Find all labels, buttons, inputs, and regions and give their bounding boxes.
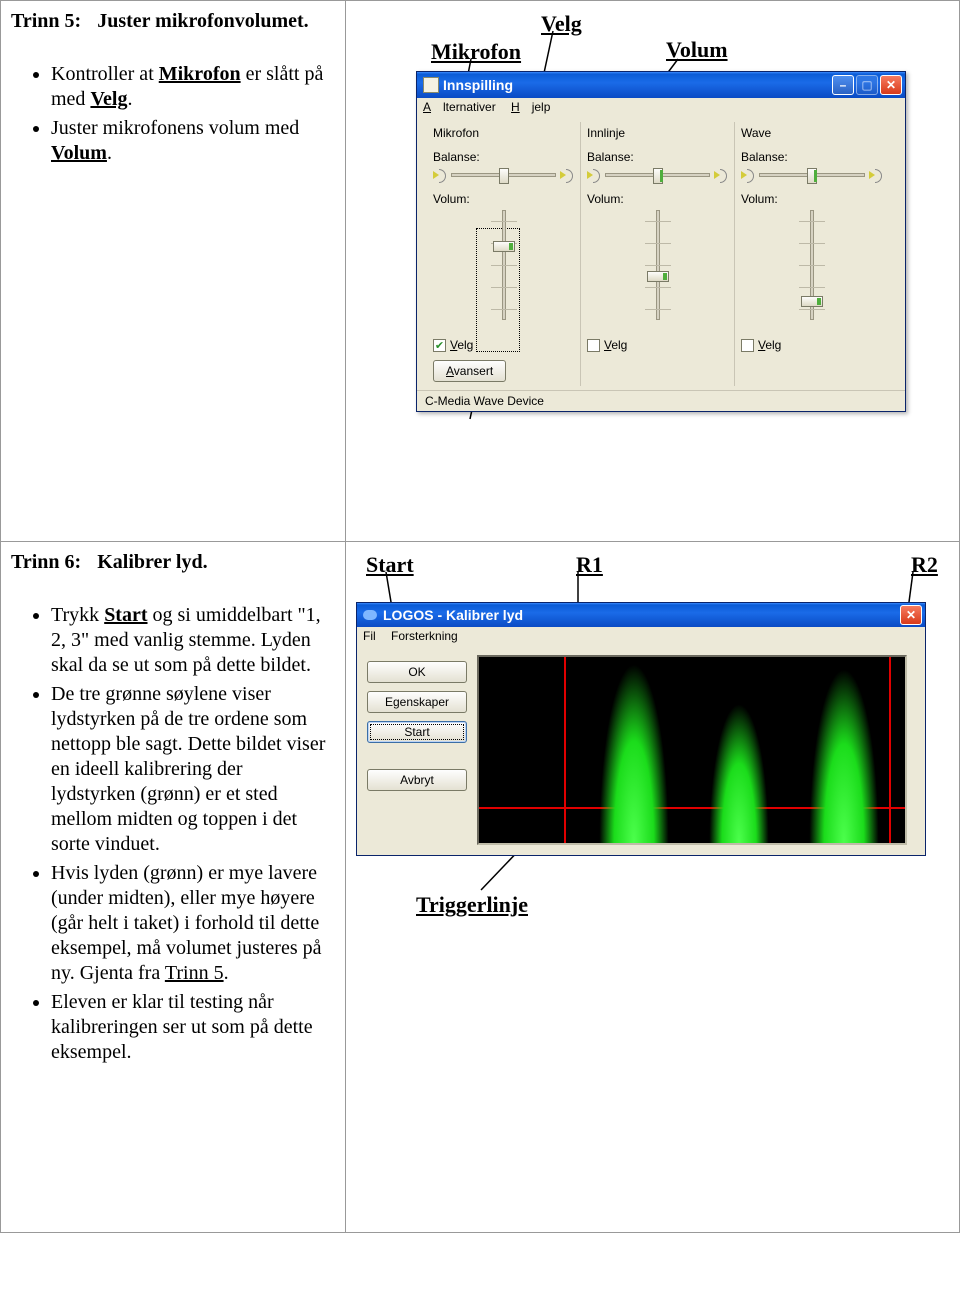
callout-volum: Volum bbox=[666, 37, 728, 63]
logos-titlebar[interactable]: LOGOS - Kalibrer lyd ✕ bbox=[357, 603, 925, 627]
speaker-left-icon bbox=[587, 168, 601, 182]
menu-bar: Alternativer Hjelp bbox=[417, 98, 905, 116]
speaker-left-icon bbox=[433, 168, 447, 182]
callout-r1: R1 bbox=[576, 552, 603, 578]
callout-velg: Velg bbox=[541, 11, 582, 37]
step5-text: Trinn 5: Juster mikrofonvolumet. Kontrol… bbox=[1, 1, 346, 541]
advanced-button[interactable]: Avansert bbox=[433, 360, 506, 382]
start-button[interactable]: Start bbox=[367, 721, 467, 743]
logos-title: LOGOS - Kalibrer lyd bbox=[383, 607, 900, 623]
maximize-button: ▢ bbox=[856, 75, 878, 95]
velg-label: Velg bbox=[604, 338, 627, 352]
channel-mikrofon: Mikrofon Balanse: Volum: bbox=[427, 122, 581, 386]
volume-slider-innlinje[interactable] bbox=[645, 210, 671, 320]
step5-callouts: Mikrofon Velg Volum bbox=[356, 7, 949, 67]
step6-bullet-1: Trykk Start og si umiddelbart "1, 2, 3" … bbox=[51, 603, 331, 678]
balance-slider[interactable] bbox=[759, 173, 865, 177]
minimize-button[interactable]: – bbox=[832, 75, 854, 95]
mixer-panel: Mikrofon Balanse: Volum: bbox=[417, 116, 905, 390]
step6-title: Kalibrer lyd. bbox=[97, 550, 207, 575]
menu-alternativer[interactable]: Alternativer bbox=[423, 100, 496, 114]
r1-line bbox=[564, 657, 566, 843]
velg-checkbox-innlinje[interactable] bbox=[587, 339, 600, 352]
ok-button[interactable]: OK bbox=[367, 661, 467, 683]
close-button[interactable]: ✕ bbox=[900, 605, 922, 625]
step6-figure: Start R1 R2 Triggerlinje LOGOS - Kalibre… bbox=[346, 542, 959, 1232]
status-bar: C-Media Wave Device bbox=[417, 390, 905, 411]
channel-innlinje: Innlinje Balanse: Volum: bbox=[581, 122, 735, 386]
velg-label: Velg bbox=[450, 338, 473, 352]
recording-window: Innspilling – ▢ ✕ Alternativer Hjelp Mik… bbox=[416, 71, 906, 412]
speaker-left-icon bbox=[741, 168, 755, 182]
step6-text: Trinn 6: Kalibrer lyd. Trykk Start og si… bbox=[1, 542, 346, 1232]
velg-checkbox-wave[interactable] bbox=[741, 339, 754, 352]
step6-label: Trinn 6: bbox=[11, 550, 81, 575]
sound-peak-2 bbox=[709, 703, 769, 843]
titlebar[interactable]: Innspilling – ▢ ✕ bbox=[417, 72, 905, 98]
speaker-right-icon bbox=[714, 168, 728, 182]
sound-peak-1 bbox=[599, 663, 669, 843]
logos-icon bbox=[363, 610, 377, 620]
balance-slider[interactable] bbox=[451, 173, 556, 177]
balance-slider[interactable] bbox=[605, 173, 710, 177]
channel-title: Wave bbox=[741, 126, 883, 140]
step6-bullet-3: Hvis lyden (grønn) er mye lavere (under … bbox=[51, 861, 331, 986]
step5-bullet-2: Juster mikrofonens volum med Volum. bbox=[51, 116, 331, 166]
logos-window: LOGOS - Kalibrer lyd ✕ Fil Forsterkning … bbox=[356, 602, 926, 856]
step5-label: Trinn 5: bbox=[11, 9, 81, 34]
step6-bullet-4: Eleven er klar til testing når kalibreri… bbox=[51, 990, 331, 1065]
callout-start: Start bbox=[366, 552, 414, 578]
volume-slider-wave[interactable] bbox=[799, 210, 825, 320]
callout-r2: R2 bbox=[911, 552, 938, 578]
menu-forsterkning[interactable]: Forsterkning bbox=[391, 629, 458, 643]
callout-mikrofon: Mikrofon bbox=[431, 39, 521, 65]
step5-figure: Mikrofon Velg Volum Innspilling – ▢ ✕ bbox=[346, 1, 959, 541]
velg-checkbox-mikrofon[interactable]: ✔ bbox=[433, 339, 446, 352]
calibration-canvas bbox=[477, 655, 907, 845]
volume-slider-mikrofon[interactable] bbox=[491, 210, 517, 320]
callout-triggerlinje: Triggerlinje bbox=[416, 892, 528, 918]
step6-bullet-2: De tre grønne søylene viser lydstyrken p… bbox=[51, 682, 331, 857]
egenskaper-button[interactable]: Egenskaper bbox=[367, 691, 467, 713]
logos-menu: Fil Forsterkning bbox=[357, 627, 925, 645]
channel-title: Innlinje bbox=[587, 126, 728, 140]
menu-hjelp[interactable]: Hjelp bbox=[511, 100, 550, 114]
speaker-right-icon bbox=[560, 168, 574, 182]
speaker-right-icon bbox=[869, 168, 883, 182]
window-title: Innspilling bbox=[443, 77, 832, 93]
step5-bullet-1: Kontroller at Mikrofon er slått på med V… bbox=[51, 62, 331, 112]
channel-title: Mikrofon bbox=[433, 126, 574, 140]
sound-peak-3 bbox=[809, 668, 879, 843]
channel-wave: Wave Balanse: Volum: bbox=[735, 122, 889, 386]
close-button[interactable]: ✕ bbox=[880, 75, 902, 95]
r2-line bbox=[889, 657, 891, 843]
avbryt-button[interactable]: Avbryt bbox=[367, 769, 467, 791]
velg-label: Velg bbox=[758, 338, 781, 352]
step6-callouts: Start R1 R2 bbox=[356, 548, 949, 608]
step5-title: Juster mikrofonvolumet. bbox=[97, 9, 308, 34]
app-icon bbox=[423, 77, 439, 93]
menu-fil[interactable]: Fil bbox=[363, 629, 376, 643]
